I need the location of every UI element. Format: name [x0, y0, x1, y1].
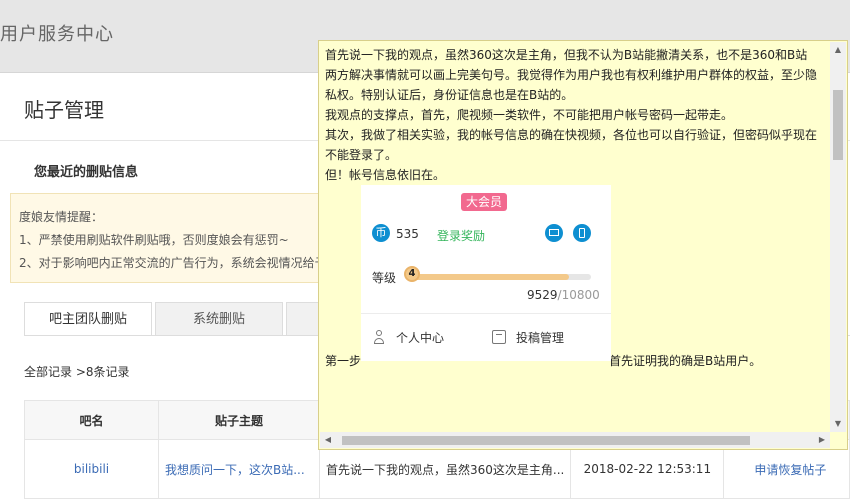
level-badge: 4	[404, 266, 420, 282]
scroll-thumb[interactable]	[833, 90, 843, 160]
scroll-left-icon[interactable]: ◀	[320, 432, 336, 448]
level-progress-fill	[407, 274, 570, 280]
upload-icon	[492, 330, 506, 344]
column-header: 吧名	[24, 400, 159, 440]
menu-personal-center[interactable]: 个人中心	[396, 329, 444, 346]
exp-max: /10800	[557, 288, 600, 302]
scroll-right-icon[interactable]: ▶	[814, 432, 830, 448]
person-icon	[372, 330, 386, 344]
level-progress-bar	[407, 274, 591, 280]
notice-line: 2、对于影响吧内正常交流的广告行为，系统会视情况给予	[19, 256, 327, 270]
vip-badge[interactable]: 大会员	[461, 193, 508, 211]
horizontal-scrollbar[interactable]: ◀ ▶	[320, 432, 830, 448]
notice-title: 度娘友情提醒：	[19, 210, 104, 224]
app-title: 用户服务中心	[0, 24, 114, 45]
vertical-scrollbar[interactable]: ▲ ▼	[830, 42, 846, 432]
post-topic-link[interactable]: 我想质问一下，这次B站...	[158, 439, 320, 499]
menu-submission-manage[interactable]: 投稿管理	[516, 329, 564, 346]
divider	[361, 313, 611, 314]
tooltip-text: 首先说一下我的观点，虽然360这次是主角，但我不认为B站能撇清关系，也不是360…	[325, 45, 817, 185]
level-label: 等级	[372, 271, 397, 285]
coin-icon: 币	[372, 224, 390, 242]
tooltip-paragraph: 首先说一下我的观点，虽然360这次是主角，但我不认为B站能撇清关系，也不是360…	[325, 48, 818, 102]
experience-readout: 9529/10800	[527, 288, 600, 302]
page-title: 贴子管理	[24, 98, 104, 122]
tooltip-line-suffix: 首先证明我的确是B站用户。	[609, 354, 762, 368]
profile-popup: 大会员 币 535 登录奖励 等级 4 9529/10800 个人中心 投稿管理	[361, 185, 611, 361]
mail-icon[interactable]	[545, 224, 563, 242]
notice-box: 度娘友情提醒： 1、严禁使用刷贴软件刷贴哦，否则度娘会有惩罚~ 2、对于影响吧内…	[10, 193, 332, 283]
tooltip-paragraph: 但！帐号信息依旧在。	[325, 168, 446, 182]
bar-name-link[interactable]: bilibili	[24, 439, 159, 499]
section-heading: 您最近的删贴信息	[34, 165, 139, 180]
exp-current: 9529	[527, 288, 558, 302]
post-content-tooltip: 首先说一下我的观点，虽然360这次是主角，但我不认为B站能撇清关系，也不是360…	[318, 40, 848, 450]
login-reward-link[interactable]: 登录奖励	[437, 227, 485, 244]
scroll-thumb[interactable]	[342, 436, 750, 445]
tooltip-line-prefix: 第一步	[325, 354, 362, 368]
tab-system-deleted[interactable]: 系统删贴	[155, 302, 283, 336]
scroll-down-icon[interactable]: ▼	[830, 416, 846, 432]
notice-line: 1、严禁使用刷贴软件刷贴哦，否则度娘会有惩罚~	[19, 233, 289, 247]
phone-icon[interactable]	[573, 224, 591, 242]
coin-count: 535	[396, 227, 419, 241]
tab-team-deleted[interactable]: 吧主团队删贴	[24, 302, 152, 336]
scroll-up-icon[interactable]: ▲	[830, 42, 846, 58]
column-header: 贴子主题	[158, 400, 320, 440]
tooltip-paragraph: 其次，我做了相关实验，我的帐号信息的确在快视频，各位也可以自行验证，但密码似乎现…	[325, 128, 818, 162]
record-summary: 全部记录 >8条记录	[24, 365, 130, 379]
tooltip-paragraph: 我观点的支撑点，首先，爬视频一类软件，不可能把用户帐号密码一起带走。	[325, 108, 734, 122]
